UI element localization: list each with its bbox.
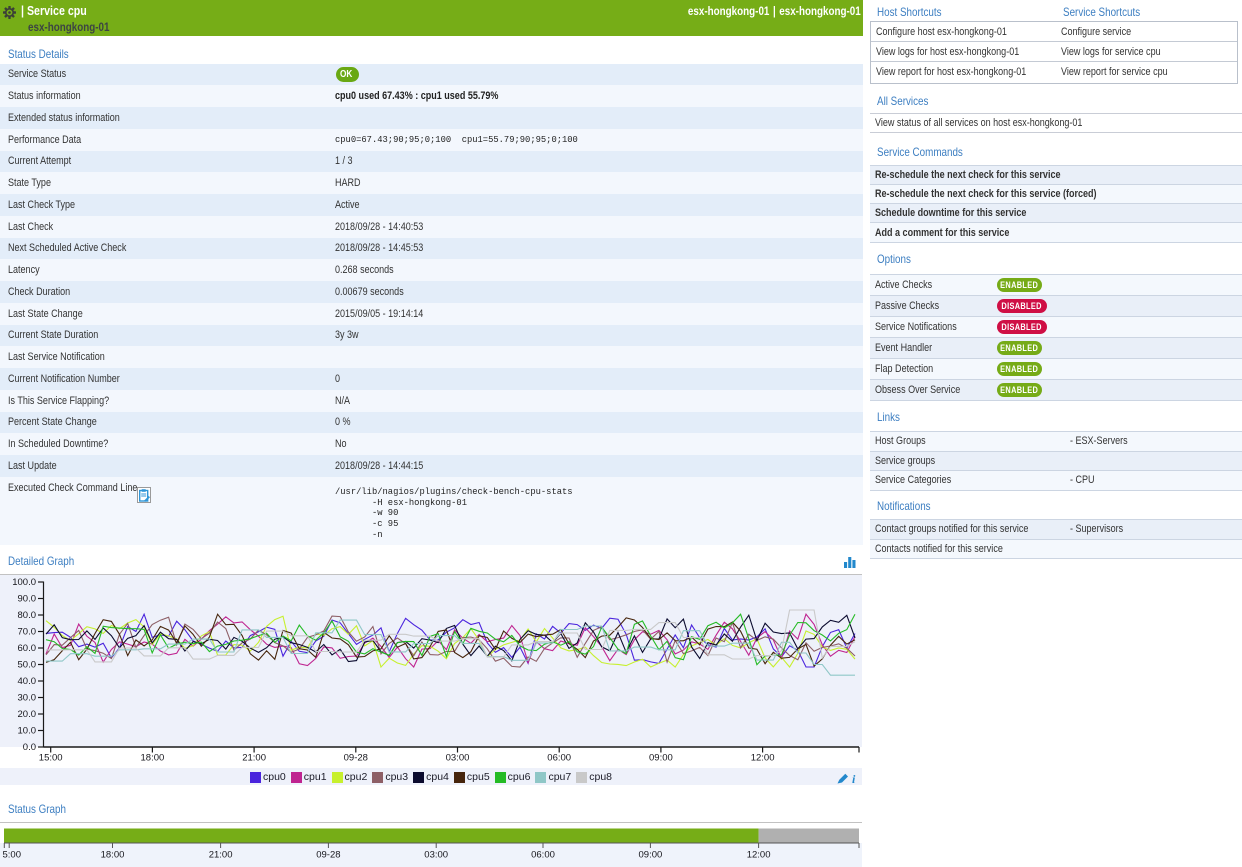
svg-text:90.0: 90.0: [18, 594, 37, 605]
svg-text:100.0: 100.0: [12, 577, 36, 588]
svg-text:03:00: 03:00: [424, 850, 448, 861]
svg-text:10.0: 10.0: [18, 726, 37, 737]
svg-text:03:00: 03:00: [446, 753, 470, 764]
svg-text:20.0: 20.0: [18, 709, 37, 720]
svg-text:21:00: 21:00: [209, 850, 233, 861]
svg-text:80.0: 80.0: [18, 610, 37, 621]
svg-text:09-28: 09-28: [344, 753, 368, 764]
svg-text:5:00: 5:00: [3, 850, 22, 861]
svg-text:09-28: 09-28: [316, 850, 340, 861]
svg-text:09:00: 09:00: [639, 850, 663, 861]
svg-text:12:00: 12:00: [747, 850, 771, 861]
svg-text:0.0: 0.0: [23, 742, 36, 753]
svg-text:09:00: 09:00: [649, 753, 673, 764]
svg-text:60.0: 60.0: [18, 643, 37, 654]
svg-text:70.0: 70.0: [18, 627, 37, 638]
svg-text:06:00: 06:00: [547, 753, 571, 764]
svg-text:12:00: 12:00: [751, 753, 775, 764]
svg-text:21:00: 21:00: [242, 753, 266, 764]
svg-text:18:00: 18:00: [101, 850, 125, 861]
svg-text:i: i: [852, 773, 856, 784]
svg-text:30.0: 30.0: [18, 693, 37, 704]
svg-text:15:00: 15:00: [39, 753, 63, 764]
svg-text:50.0: 50.0: [18, 660, 37, 671]
svg-text:06:00: 06:00: [531, 850, 555, 861]
svg-text:40.0: 40.0: [18, 676, 37, 687]
svg-text:18:00: 18:00: [141, 753, 165, 764]
